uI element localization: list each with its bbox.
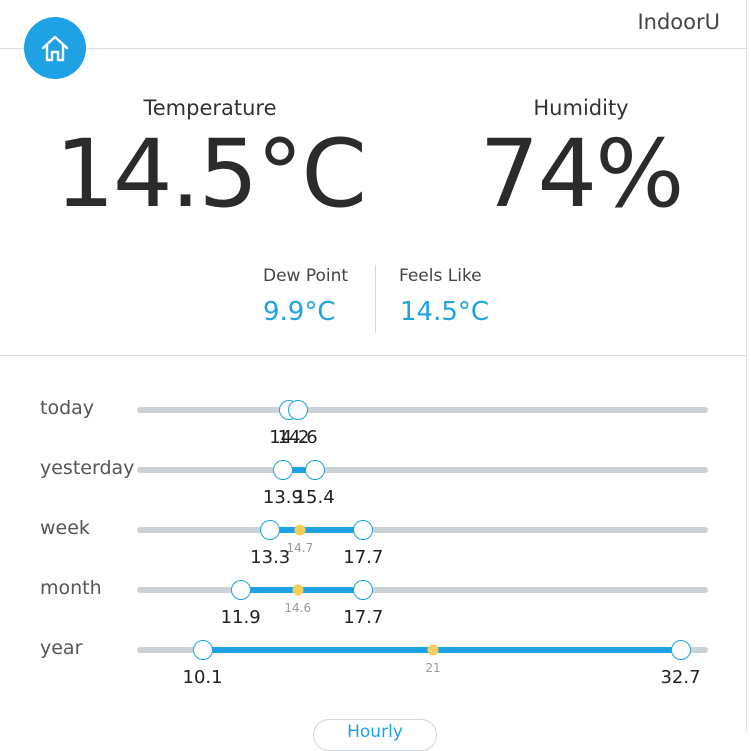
- range-avg-dot-month: [292, 584, 304, 596]
- range-max-value-week: 17.7: [343, 547, 384, 568]
- range-label-year: year: [40, 637, 83, 659]
- temperature-value: 14.5°C: [55, 120, 367, 229]
- range-min-value-year: 10.1: [182, 667, 223, 688]
- range-max-value-month: 17.7: [343, 607, 384, 628]
- metric-divider: [375, 265, 376, 333]
- dew-point-label: Dew Point: [263, 266, 349, 286]
- top-bar: IndoorU: [0, 0, 746, 49]
- range-avg-label-month: 14.6: [284, 601, 312, 615]
- humidity-value: 74%: [479, 120, 685, 229]
- range-label-month: month: [40, 577, 102, 599]
- dew-point-value: 9.9°C: [263, 297, 336, 327]
- range-min-handle-year[interactable]: [192, 640, 213, 660]
- range-max-value-yesterday: 15.4: [294, 487, 335, 508]
- range-max-handle-today[interactable]: [287, 400, 308, 420]
- range-track-today: [137, 407, 708, 413]
- range-min-handle-week[interactable]: [260, 520, 281, 540]
- range-avg-label-year: 21: [425, 661, 441, 675]
- range-max-handle-week[interactable]: [353, 520, 374, 540]
- range-fill-week: [270, 527, 364, 533]
- range-track-month: [137, 587, 708, 593]
- home-icon: [41, 35, 69, 62]
- range-max-value-year: 32.7: [660, 667, 701, 688]
- range-max-value-today: 14.6: [277, 427, 318, 448]
- range-avg-dot-week: [294, 524, 306, 536]
- feels-like-label: Feels Like: [399, 266, 482, 286]
- weather-card: IndoorU Temperature 14.5°C Humidity 74% …: [0, 0, 747, 751]
- range-avg-dot-year: [427, 644, 439, 656]
- range-min-value-month: 11.9: [220, 607, 261, 628]
- range-fill-year: [202, 647, 681, 653]
- feels-like-value: 14.5°C: [400, 297, 490, 327]
- section-divider: [0, 355, 746, 356]
- range-max-handle-month[interactable]: [353, 580, 374, 600]
- range-avg-label-week: 14.7: [286, 541, 314, 555]
- range-min-value-week: 13.3: [250, 547, 291, 568]
- temperature-label: Temperature: [143, 96, 277, 120]
- range-min-handle-month[interactable]: [230, 580, 251, 600]
- range-min-handle-yesterday[interactable]: [272, 460, 293, 480]
- range-label-today: today: [40, 397, 95, 419]
- range-track-yesterday: [137, 467, 708, 473]
- range-max-handle-yesterday[interactable]: [304, 460, 325, 480]
- station-name: IndoorU: [637, 10, 720, 34]
- range-max-handle-year[interactable]: [670, 640, 691, 660]
- hourly-button[interactable]: Hourly: [313, 719, 437, 751]
- home-button[interactable]: [24, 17, 86, 79]
- range-track-week: [137, 527, 708, 533]
- range-label-week: week: [40, 517, 90, 539]
- range-label-yesterday: yesterday: [40, 457, 135, 479]
- humidity-label: Humidity: [533, 96, 629, 120]
- hourly-button-label: Hourly: [347, 722, 403, 742]
